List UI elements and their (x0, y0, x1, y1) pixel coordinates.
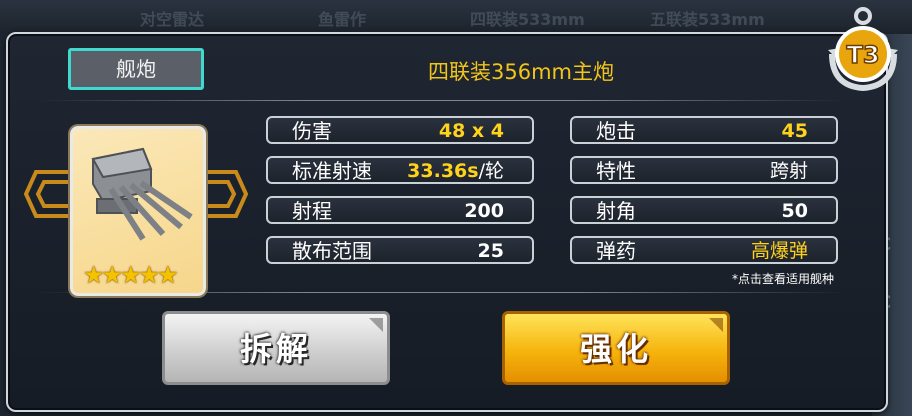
background-tab: 对空雷达 (140, 10, 205, 29)
background-tab: 鱼雷作 (318, 10, 367, 29)
stat-damage: 伤害 48 x 4 (266, 116, 534, 144)
tier-label: T3 (846, 41, 879, 69)
equipment-detail-dialog: 舰炮 四联装356mm主炮 ★★★★★ 伤害 48 x 4 标准射速 33.36… (6, 32, 888, 412)
stat-firing-angle: 射角 50 (570, 196, 838, 224)
header-divider (36, 100, 846, 101)
enhance-button-label: 强化 (579, 330, 652, 368)
stat-range: 射程 200 (266, 196, 534, 224)
stat-value: 跨射 (769, 160, 808, 182)
wing-left-icon (23, 170, 72, 218)
stat-value: 50 (781, 200, 808, 222)
stat-label: 射程 (292, 199, 332, 223)
rarity-stars: ★★★★★ (83, 261, 179, 289)
equipment-type-tag: 舰炮 (68, 48, 204, 90)
stat-value: 200 (464, 200, 504, 222)
enhance-button[interactable]: 强化 (502, 311, 730, 385)
naval-gun-turret-icon (91, 147, 193, 241)
dismantle-button[interactable]: 拆解 (162, 311, 390, 385)
background-tab: 四联装533mm (470, 10, 585, 29)
stat-trait: 特性 跨射 (570, 156, 838, 184)
button-corner-decoration (369, 318, 383, 332)
stat-unit: /轮 (478, 160, 504, 182)
equipment-name: 四联装356mm主炮 (428, 60, 614, 84)
dismantle-button-label: 拆解 (239, 330, 312, 368)
tier-anchor-badge: T3 (828, 7, 898, 92)
stat-value: 48 x 4 (438, 120, 504, 142)
stat-label: 弹药 (596, 239, 636, 263)
stat-value: 25 (477, 240, 504, 262)
background-tab: 五联装533mm (650, 10, 765, 29)
stat-firepower: 炮击 45 (570, 116, 838, 144)
stat-value: 45 (781, 120, 808, 142)
stat-label: 特性 (596, 159, 636, 183)
stat-label: 射角 (596, 199, 636, 223)
button-corner-decoration (709, 318, 723, 332)
stat-value: 33.36s (407, 160, 479, 182)
stat-fire-rate: 标准射速 33.36s/轮 (266, 156, 534, 184)
stat-spread: 散布范围 25 (266, 236, 534, 264)
stat-value: 高爆弹 (750, 240, 808, 262)
stat-label: 炮击 (596, 119, 636, 143)
applicable-ships-hint[interactable]: *点击查看适用舰种 (732, 270, 834, 287)
stat-label: 标准射速 (292, 159, 372, 183)
background-tab-strip: 对空雷达 鱼雷作 四联装533mm 五联装533mm (0, 0, 912, 34)
stat-label: 伤害 (292, 119, 332, 143)
stat-value-group: 33.36s/轮 (407, 159, 504, 183)
equipment-icon-card[interactable]: ★★★★★ (70, 126, 206, 296)
stat-label: 散布范围 (292, 239, 372, 263)
stat-ammo[interactable]: 弹药 高爆弹 (570, 236, 838, 264)
